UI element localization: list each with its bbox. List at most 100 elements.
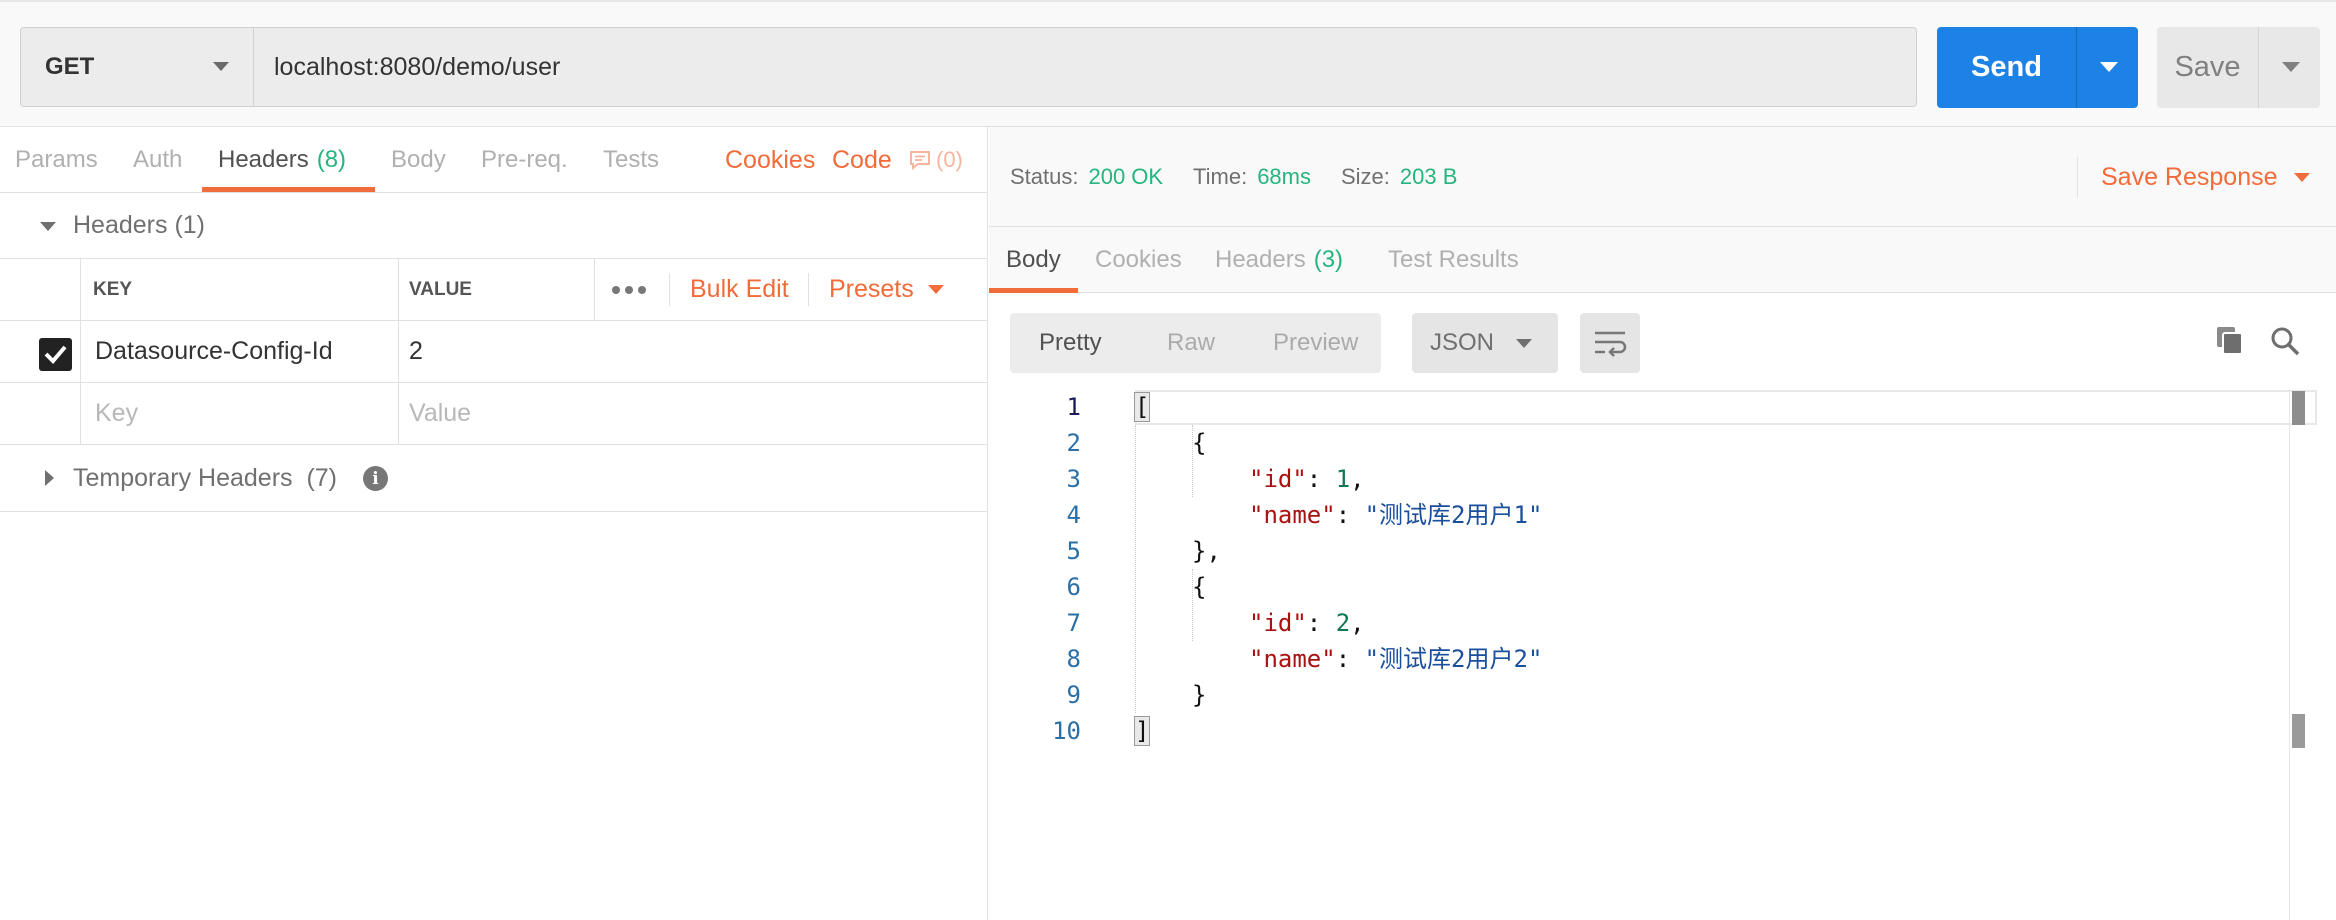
- tab-response-cookies[interactable]: Cookies: [1095, 227, 1182, 293]
- save-button[interactable]: Save: [2157, 27, 2320, 108]
- header-value-field[interactable]: 2: [399, 321, 979, 382]
- headers-table-head: KEY VALUE Bulk Edit Presets: [0, 259, 988, 321]
- tab-label: Headers: [218, 146, 309, 173]
- code-line: },: [1192, 537, 1221, 565]
- comments-button[interactable]: (0): [908, 127, 963, 193]
- code-line: "id": 1,: [1249, 465, 1365, 493]
- tab-label: Headers: [1215, 246, 1306, 273]
- tab-label: Body: [391, 146, 446, 173]
- new-value-input[interactable]: Value: [399, 383, 979, 444]
- format-label: JSON: [1430, 329, 1495, 356]
- caret-down-icon: [2100, 62, 2118, 72]
- scrollbar[interactable]: [2289, 389, 2290, 920]
- code-line: "name": "测试库2用户2": [1249, 645, 1543, 673]
- tab-pre-request[interactable]: Pre-req.: [481, 127, 568, 193]
- format-dropdown[interactable]: JSON: [1412, 313, 1558, 373]
- cookies-link[interactable]: Cookies: [725, 127, 815, 193]
- tab-label: Cookies: [1095, 246, 1182, 273]
- code-line: {: [1192, 573, 1207, 601]
- divider: [808, 273, 809, 306]
- code-line: "name": "测试库2用户1": [1249, 501, 1543, 529]
- method-label: GET: [45, 53, 95, 80]
- presets-label: Presets: [829, 275, 914, 303]
- line-number: 4: [1066, 501, 1081, 529]
- send-options-button[interactable]: [2076, 27, 2138, 108]
- presets-dropdown[interactable]: Presets: [829, 259, 944, 320]
- row-check-cell: [0, 383, 81, 444]
- line-number: 1: [1066, 393, 1081, 421]
- line-number: 8: [1066, 645, 1081, 673]
- scrollbar-match-marker: [2292, 714, 2305, 748]
- code-link[interactable]: Code: [832, 127, 892, 193]
- line-number: 7: [1066, 609, 1081, 637]
- url-input[interactable]: localhost:8080/demo/user: [274, 28, 560, 106]
- info-icon[interactable]: i: [363, 466, 388, 491]
- tab-response-headers[interactable]: Headers (3): [1215, 227, 1343, 293]
- tab-count: (3): [1313, 246, 1344, 273]
- response-body-editor[interactable]: 1 2 3 4 5 6 7 8 9 10 [ { "id": 1, "name"…: [989, 389, 2336, 920]
- temporary-headers-toggle[interactable]: Temporary Headers (7) i: [0, 445, 988, 512]
- line-number: 2: [1066, 429, 1081, 457]
- line-number: 9: [1066, 681, 1081, 709]
- code-line: {: [1192, 429, 1207, 457]
- save-response-dropdown[interactable]: Save Response: [2101, 127, 2310, 227]
- scrollbar-match-marker: [2292, 391, 2305, 425]
- time-badge: Time: 68ms: [1193, 164, 1311, 189]
- line-number: 6: [1066, 573, 1081, 601]
- save-label: Save: [2174, 51, 2241, 83]
- request-bar: GET localhost:8080/demo/user Send Save: [0, 0, 2336, 127]
- temporary-headers-title: Temporary Headers (7): [73, 463, 337, 492]
- value-column-header: VALUE: [399, 259, 595, 320]
- line-number: 10: [1052, 717, 1081, 745]
- request-tabs: Params Auth Headers (8) Body Pre-req. Tes…: [0, 127, 988, 193]
- headers-section-toggle[interactable]: Headers (1): [0, 193, 988, 259]
- wrap-lines-button[interactable]: [1580, 313, 1640, 373]
- line-number: 3: [1066, 465, 1081, 493]
- active-tab-indicator: [989, 288, 1078, 293]
- response-tabs: Body Cookies Headers (3) Test Results: [989, 227, 2336, 293]
- size-badge: Size: 203 B: [1341, 164, 1458, 189]
- headers-section-title: Headers (1): [73, 211, 206, 239]
- tab-auth[interactable]: Auth: [133, 127, 182, 193]
- tab-label: Tests: [603, 146, 660, 173]
- send-button[interactable]: Send: [1937, 27, 2138, 108]
- checkbox-checked-icon[interactable]: [39, 338, 72, 371]
- row-check-cell: [0, 321, 81, 382]
- caret-down-icon: [2282, 62, 2300, 72]
- bulk-edit-button[interactable]: Bulk Edit: [690, 259, 789, 320]
- tab-params[interactable]: Params: [15, 127, 98, 193]
- check-col-head: [0, 259, 81, 320]
- divider: [669, 273, 670, 306]
- copy-icon[interactable]: [2214, 324, 2246, 356]
- response-meta: Status: 200 OK Time: 68ms Size: 203 B Save …: [989, 127, 2336, 227]
- code-line: ]: [1133, 716, 1151, 746]
- tab-body[interactable]: Body: [391, 127, 446, 193]
- header-key-field[interactable]: Datasource-Config-Id: [81, 321, 399, 382]
- table-row-new: Key Value: [0, 383, 988, 445]
- response-pane: Status: 200 OK Time: 68ms Size: 203 B Save …: [989, 127, 2336, 920]
- tab-response-body[interactable]: Body: [1006, 227, 1061, 293]
- key-column-header: KEY: [81, 259, 399, 320]
- more-dots-icon[interactable]: [612, 259, 646, 320]
- tab-headers[interactable]: Headers (8): [218, 127, 346, 193]
- search-icon[interactable]: [2269, 325, 2301, 357]
- view-raw-button[interactable]: Raw: [1167, 313, 1215, 373]
- tab-label: Body: [1006, 246, 1061, 273]
- wrap-lines-icon: [1595, 331, 1627, 357]
- send-label: Send: [1971, 51, 2042, 83]
- new-key-input[interactable]: Key: [81, 383, 399, 444]
- comment-icon: [910, 151, 930, 171]
- tab-tests[interactable]: Tests: [603, 127, 659, 193]
- method-dropdown[interactable]: GET: [21, 28, 254, 106]
- caret-down-icon: [213, 62, 229, 71]
- expand-icon: [45, 470, 54, 486]
- view-pretty-button[interactable]: Pretty: [1039, 313, 1102, 373]
- indent-guide: [1135, 425, 1136, 713]
- divider: [2077, 157, 2078, 197]
- view-preview-button[interactable]: Preview: [1273, 313, 1358, 373]
- save-options-button[interactable]: [2258, 27, 2320, 108]
- tab-test-results[interactable]: Test Results: [1388, 227, 1519, 293]
- caret-down-icon: [927, 285, 944, 294]
- comments-count: (0): [936, 147, 963, 172]
- active-tab-indicator: [202, 187, 375, 192]
